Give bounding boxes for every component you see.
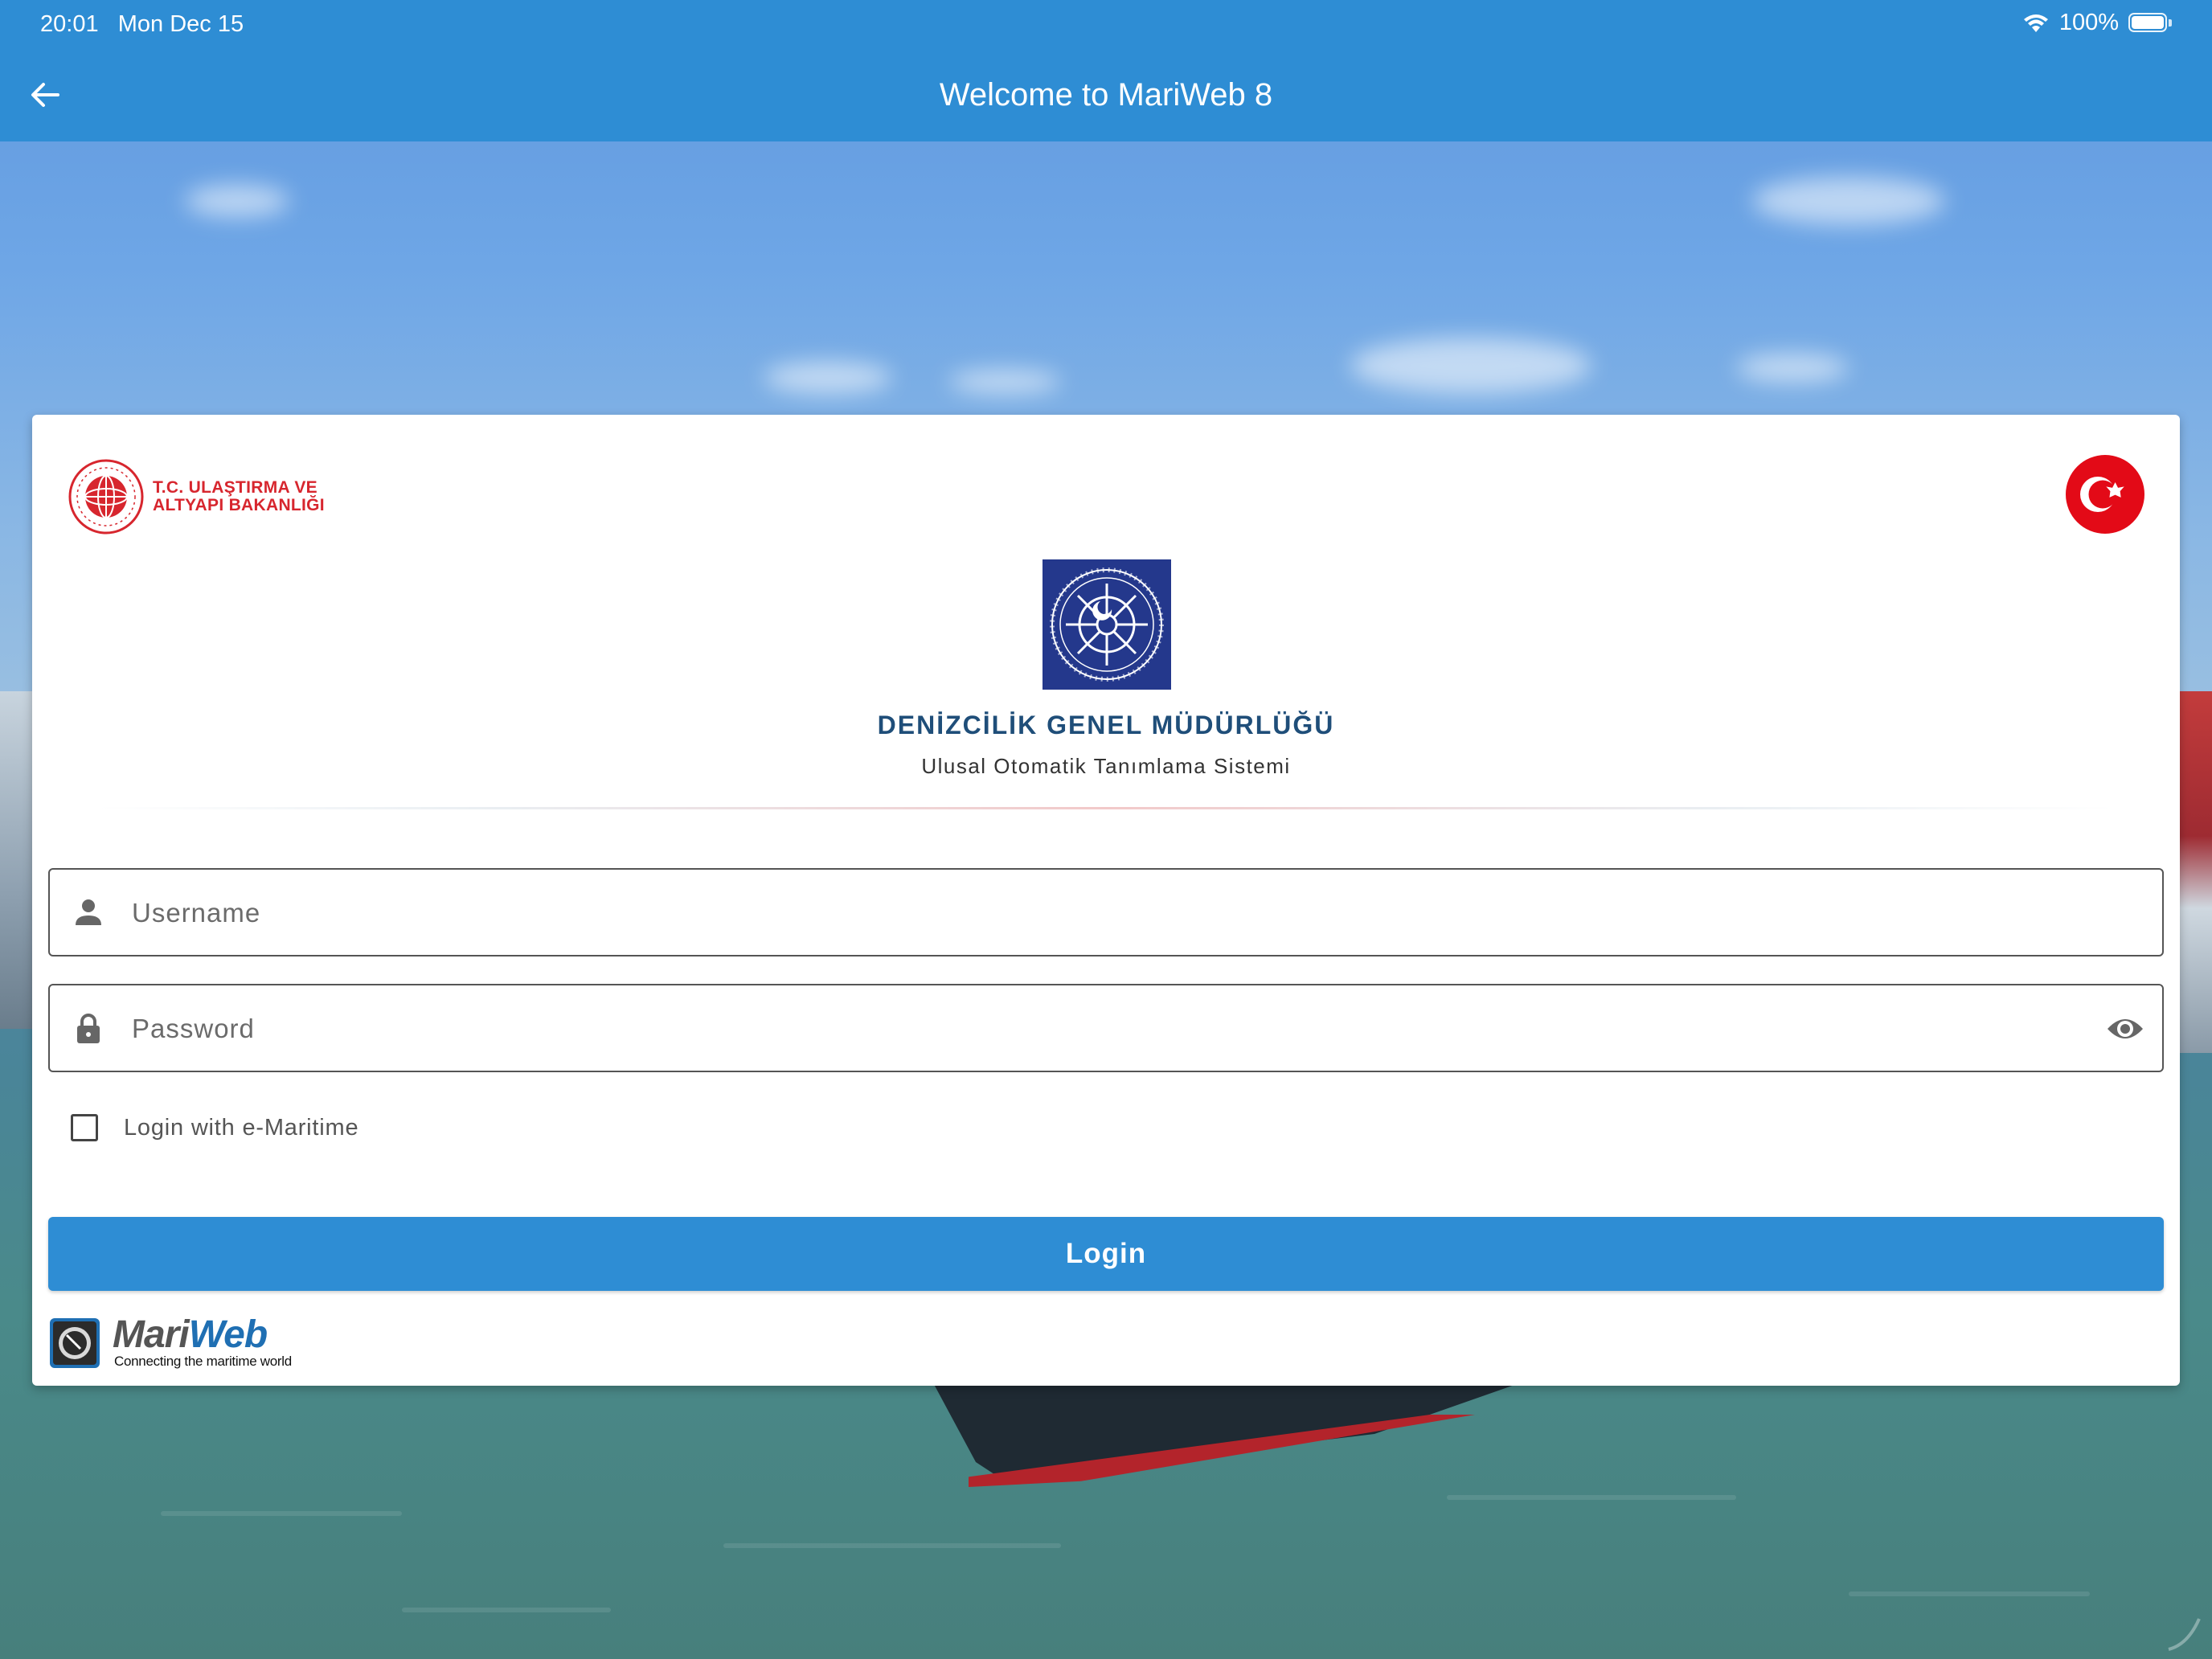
- cloud: [1752, 177, 1945, 225]
- username-field[interactable]: [48, 868, 2164, 956]
- cloud: [764, 362, 892, 394]
- cloud: [948, 370, 1061, 394]
- mariweb-tagline: Connecting the maritime world: [114, 1354, 292, 1369]
- wave: [1849, 1591, 2090, 1596]
- battery-icon: [2128, 12, 2173, 34]
- mariweb-wordmark: MariWeb: [113, 1313, 268, 1356]
- ministry-name-line1: T.C. ULAŞTIRMA VE: [153, 478, 317, 497]
- status-indicators: 100%: [2022, 10, 2173, 36]
- wave: [402, 1608, 611, 1612]
- emaritime-label[interactable]: Login with e-Maritime: [124, 1115, 358, 1141]
- wifi-icon: [2023, 14, 2048, 32]
- lock-icon: [77, 1014, 100, 1043]
- wave: [161, 1511, 402, 1516]
- emaritime-option[interactable]: Login with e-Maritime: [71, 1114, 358, 1141]
- divider: [96, 807, 2116, 809]
- person-icon: [76, 899, 101, 925]
- organization-subtitle: Ulusal Otomatik Tanımlama Sistemi: [921, 754, 1291, 778]
- eye-icon[interactable]: [2106, 1013, 2144, 1045]
- battery-percent: 100%: [2058, 10, 2119, 35]
- cloud: [185, 185, 289, 217]
- wave: [1447, 1495, 1736, 1500]
- ministry-name: T.C. ULAŞTIRMA VE ALTYAPI BAKANLIĞI: [153, 479, 325, 514]
- turkey-flag-icon[interactable]: [2066, 455, 2144, 534]
- status-clock: 20:01: [40, 11, 99, 37]
- wave: [723, 1543, 1061, 1548]
- password-field[interactable]: [48, 984, 2164, 1072]
- password-input[interactable]: [130, 1002, 2062, 1056]
- status-time: 20:01 Mon Dec 15: [40, 11, 244, 38]
- mariweb-wordmark-mari: Mari: [113, 1313, 190, 1356]
- username-input[interactable]: [130, 886, 2062, 940]
- organization-title: DENİZCİLİK GENEL MÜDÜRLÜĞÜ: [877, 711, 1335, 739]
- mariweb-logo: MariWeb Connecting the maritime world: [50, 1315, 323, 1371]
- ministry-seal-icon: [68, 459, 144, 535]
- login-button[interactable]: Login: [48, 1217, 2164, 1291]
- dgm-emblem-icon: [1043, 559, 1171, 690]
- ministry-logo: T.C. ULAŞTIRMA VE ALTYAPI BAKANLIĞI: [68, 455, 333, 539]
- mariweb-logo-icon: [50, 1318, 100, 1368]
- status-bar: 20:01 Mon Dec 15 100%: [0, 0, 2212, 51]
- resize-handle-icon: [2168, 1618, 2201, 1651]
- cloud: [1350, 338, 1591, 394]
- login-card: T.C. ULAŞTIRMA VE ALTYAPI BAKANLIĞI DENİ…: [32, 415, 2180, 1386]
- emaritime-checkbox[interactable]: [71, 1114, 98, 1141]
- mariweb-wordmark-web: Web: [188, 1313, 268, 1356]
- cloud: [1736, 354, 1849, 383]
- ministry-name-line2: ALTYAPI BAKANLIĞI: [153, 496, 325, 514]
- status-date: Mon Dec 15: [117, 11, 244, 37]
- app-header: 20:01 Mon Dec 15 100% Welcome to MariWeb…: [0, 0, 2212, 141]
- page-title: Welcome to MariWeb 8: [939, 77, 1273, 113]
